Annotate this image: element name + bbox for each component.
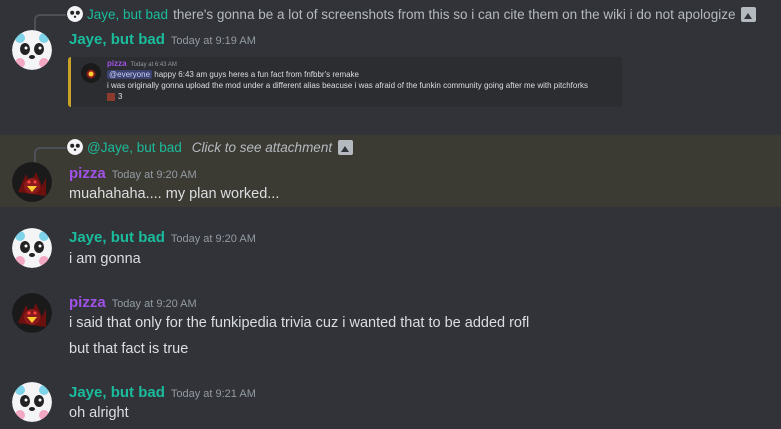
username[interactable]: Jaye, but bad xyxy=(69,384,165,401)
avatar[interactable] xyxy=(12,30,52,70)
message-header: Jaye, but bad Today at 9:19 AM xyxy=(69,31,256,49)
username[interactable]: Jaye, but bad xyxy=(69,31,165,48)
timestamp: Today at 9:21 AM xyxy=(170,388,256,400)
embed-line-2: i was originally gonna upload the mod un… xyxy=(107,81,589,90)
message-3: Jaye, but bad Today at 9:20 AM i am gonna xyxy=(0,222,781,282)
message-4: pizza Today at 9:20 AM i said that only f… xyxy=(0,287,781,367)
avatar[interactable] xyxy=(12,228,52,268)
message-2: @Jaye, but bad Click to see attachment p… xyxy=(0,135,781,207)
message-text: i am gonna xyxy=(69,251,141,267)
avatar[interactable] xyxy=(12,382,52,422)
message-header: pizza Today at 9:20 AM xyxy=(69,294,197,312)
reply-spine xyxy=(34,147,66,163)
reaction-emoji-icon xyxy=(107,92,115,101)
timestamp: Today at 9:19 AM xyxy=(170,35,256,47)
message-header: pizza Today at 9:20 AM xyxy=(69,165,197,183)
reply-text[interactable]: Click to see attachment xyxy=(192,140,332,155)
screenshot-attachment[interactable]: pizza Today at 6:43 AM @everyone happy 6:… xyxy=(68,57,622,107)
embed-reaction: 3 xyxy=(107,92,122,101)
panda-avatar-icon xyxy=(67,6,83,22)
timestamp: Today at 9:20 AM xyxy=(111,298,197,310)
message-1: Jaye, but bad there's gonna be a lot of … xyxy=(0,0,781,120)
message-5: Jaye, but bad Today at 9:21 AM oh alright xyxy=(0,376,781,429)
embed-avatar xyxy=(81,63,101,83)
message-text: muahahaha.... my plan worked... xyxy=(69,186,280,202)
message-text: but that fact is true xyxy=(69,341,189,357)
message-text: oh alright xyxy=(69,405,129,421)
reply-author[interactable]: Jaye, but bad xyxy=(87,7,168,22)
message-header: Jaye, but bad Today at 9:20 AM xyxy=(69,229,256,247)
message-text: i said that only for the funkipedia triv… xyxy=(69,315,530,331)
timestamp: Today at 9:20 AM xyxy=(170,233,256,245)
reply-preview[interactable]: Jaye, but bad there's gonna be a lot of … xyxy=(34,6,757,30)
reply-spine xyxy=(34,14,66,30)
avatar[interactable] xyxy=(12,293,52,333)
mention: @everyone xyxy=(107,70,153,79)
panda-avatar-icon xyxy=(67,139,83,155)
reply-preview[interactable]: @Jaye, but bad Click to see attachment xyxy=(34,139,354,163)
username[interactable]: Jaye, but bad xyxy=(69,229,165,246)
embed-line-1: @everyone happy 6:43 am guys heres a fun… xyxy=(107,70,360,79)
avatar[interactable] xyxy=(12,162,52,202)
reply-author[interactable]: @Jaye, but bad xyxy=(87,140,182,155)
username[interactable]: pizza xyxy=(69,294,106,311)
image-icon xyxy=(741,6,757,22)
username[interactable]: pizza xyxy=(69,165,106,182)
reply-text[interactable]: there's gonna be a lot of screenshots fr… xyxy=(173,7,735,22)
timestamp: Today at 9:20 AM xyxy=(111,169,197,181)
message-header: Jaye, but bad Today at 9:21 AM xyxy=(69,384,256,402)
image-icon xyxy=(338,139,354,155)
embed-author: pizza Today at 6:43 AM xyxy=(107,59,177,68)
embed-timestamp: Today at 6:43 AM xyxy=(130,62,177,68)
